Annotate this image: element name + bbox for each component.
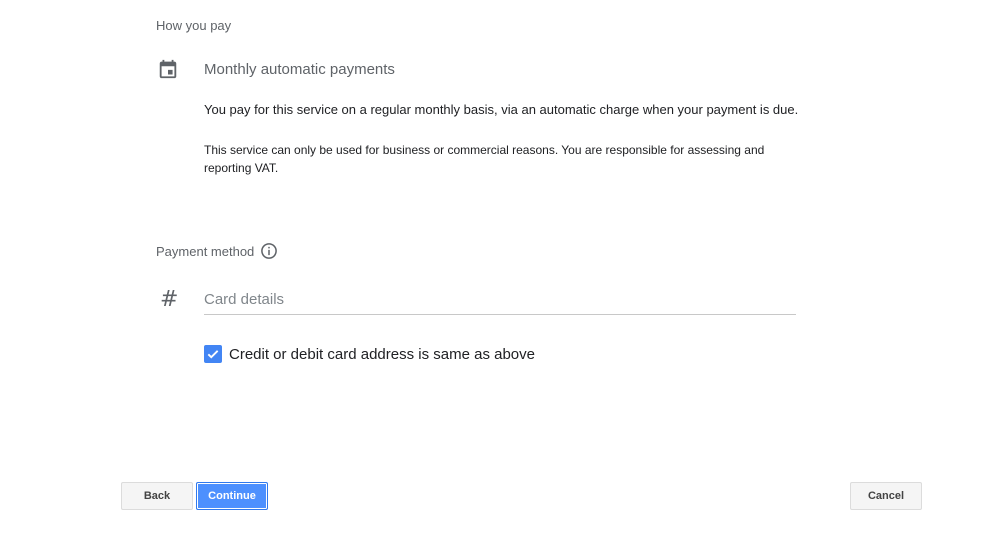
checkmark-icon <box>207 350 219 359</box>
same-address-checkbox[interactable] <box>204 345 222 363</box>
plan-note: This service can only be used for busine… <box>204 143 765 175</box>
how-you-pay-title: How you pay <box>156 18 232 33</box>
payment-method-header: Payment method <box>156 242 278 260</box>
calendar-icon <box>159 59 177 79</box>
card-details-input[interactable] <box>204 284 796 315</box>
info-icon[interactable] <box>260 242 278 260</box>
payment-method-title: Payment method <box>156 243 255 259</box>
same-address-checkbox-row[interactable]: Credit or debit card address is same as … <box>204 345 535 363</box>
hash-icon: # <box>160 287 179 312</box>
back-button[interactable]: Back <box>121 482 193 510</box>
plan-name: Monthly automatic payments <box>204 61 395 78</box>
continue-button[interactable]: Continue <box>196 482 268 510</box>
cancel-button[interactable]: Cancel <box>850 482 922 510</box>
plan-description: You pay for this service on a regular mo… <box>204 102 799 117</box>
same-address-label: Credit or debit card address is same as … <box>229 345 535 363</box>
